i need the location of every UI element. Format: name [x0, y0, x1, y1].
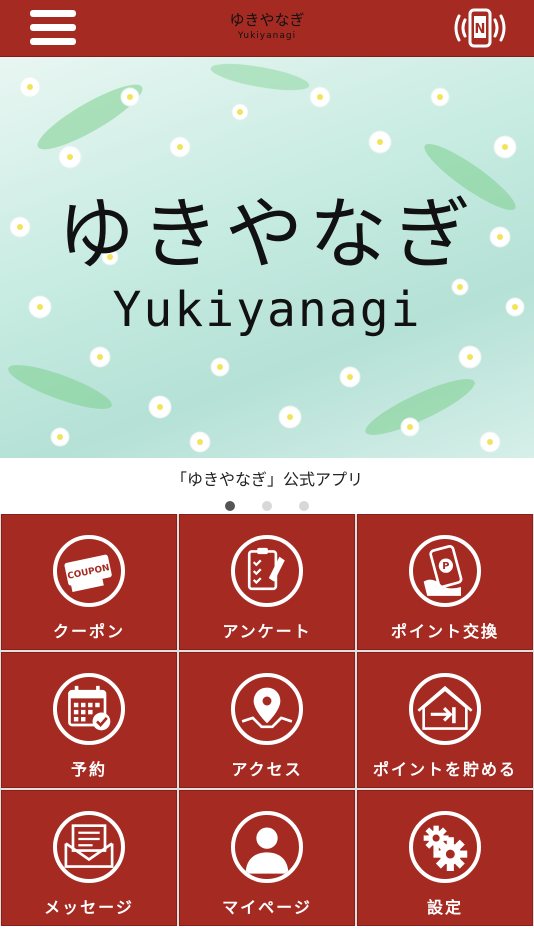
menu-tile-mypage[interactable]: マイページ	[179, 790, 355, 926]
carousel-dot-3[interactable]	[299, 501, 310, 511]
svg-text:N: N	[475, 22, 486, 37]
menu-label-settings: 設定	[426, 898, 463, 917]
menu-tile-survey[interactable]: アンケート	[179, 514, 355, 650]
menu-grid: COUPON クーポン アンケート P ポイント交換 予約 アクセス ポイントを…	[0, 514, 534, 926]
menu-label-checkin: ポイントを貯める	[372, 760, 517, 779]
checkin-house-icon	[409, 673, 481, 745]
calendar-reservation-icon	[53, 673, 125, 745]
carousel-dot-1[interactable]	[224, 501, 235, 511]
hero-banner[interactable]: ゆきやなぎ Yukiyanagi	[0, 57, 534, 458]
menu-label-point-exchange: ポイント交換	[390, 622, 499, 641]
mail-icon	[53, 811, 125, 883]
map-pin-icon	[231, 673, 303, 745]
menu-tile-access[interactable]: アクセス	[179, 652, 355, 788]
user-icon	[231, 811, 303, 883]
menu-label-access: アクセス	[231, 760, 303, 779]
carousel-dot-2[interactable]	[262, 501, 272, 511]
menu-label-coupon: クーポン	[52, 622, 125, 641]
point-exchange-icon: P	[409, 535, 481, 607]
carousel-pagination	[0, 496, 534, 515]
menu-tile-message[interactable]: メッセージ	[1, 790, 177, 926]
menu-tile-checkin[interactable]: ポイントを貯める	[357, 652, 533, 788]
menu-tile-reservation[interactable]: 予約	[1, 652, 177, 788]
gear-icon	[409, 811, 481, 883]
menu-tile-coupon[interactable]: COUPON クーポン	[1, 514, 177, 650]
menu-label-message: メッセージ	[44, 898, 134, 917]
menu-label-mypage: マイページ	[222, 898, 312, 917]
carousel-caption: 「ゆきやなぎ」公式アプリ	[170, 470, 363, 489]
banner-title-jp: ゆきやなぎ	[56, 190, 477, 280]
svg-text:P: P	[442, 561, 449, 572]
coupon-icon: COUPON	[53, 535, 125, 607]
menu-tile-settings[interactable]: 設定	[357, 790, 533, 926]
menu-tile-point-exchange[interactable]: P ポイント交換	[357, 514, 533, 650]
survey-clipboard-icon	[231, 535, 303, 607]
nfc-phone-icon[interactable]: N	[450, 7, 510, 49]
app-header: ゆきやなぎ Yukiyanagi N	[0, 0, 534, 57]
banner-title-en: Yukiyanagi	[112, 282, 422, 338]
menu-label-reservation: 予約	[70, 760, 107, 779]
menu-label-survey: アンケート	[222, 622, 312, 641]
